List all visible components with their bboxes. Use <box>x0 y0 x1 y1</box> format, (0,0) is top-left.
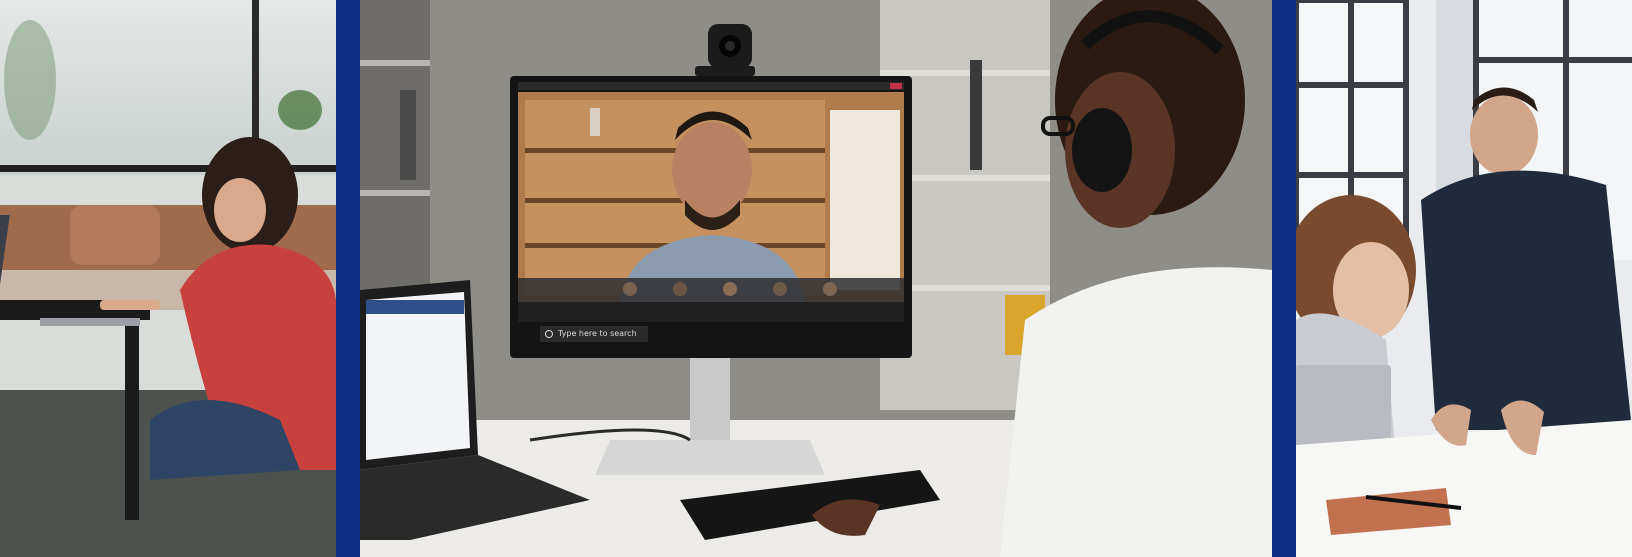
middle-photo-illustration <box>360 0 1272 557</box>
left-photo-panel <box>0 0 336 557</box>
photo-divider-left <box>336 0 360 557</box>
three-photo-banner: Type here to search <box>0 0 1632 557</box>
right-photo-panel <box>1296 0 1632 557</box>
left-photo-illustration <box>0 0 336 557</box>
middle-photo-panel: Type here to search <box>360 0 1272 557</box>
taskbar-search-input[interactable]: Type here to search <box>540 326 648 342</box>
taskbar-search-box[interactable]: Type here to search <box>540 326 648 342</box>
photo-divider-right <box>1272 0 1296 557</box>
right-photo-illustration <box>1296 0 1632 557</box>
